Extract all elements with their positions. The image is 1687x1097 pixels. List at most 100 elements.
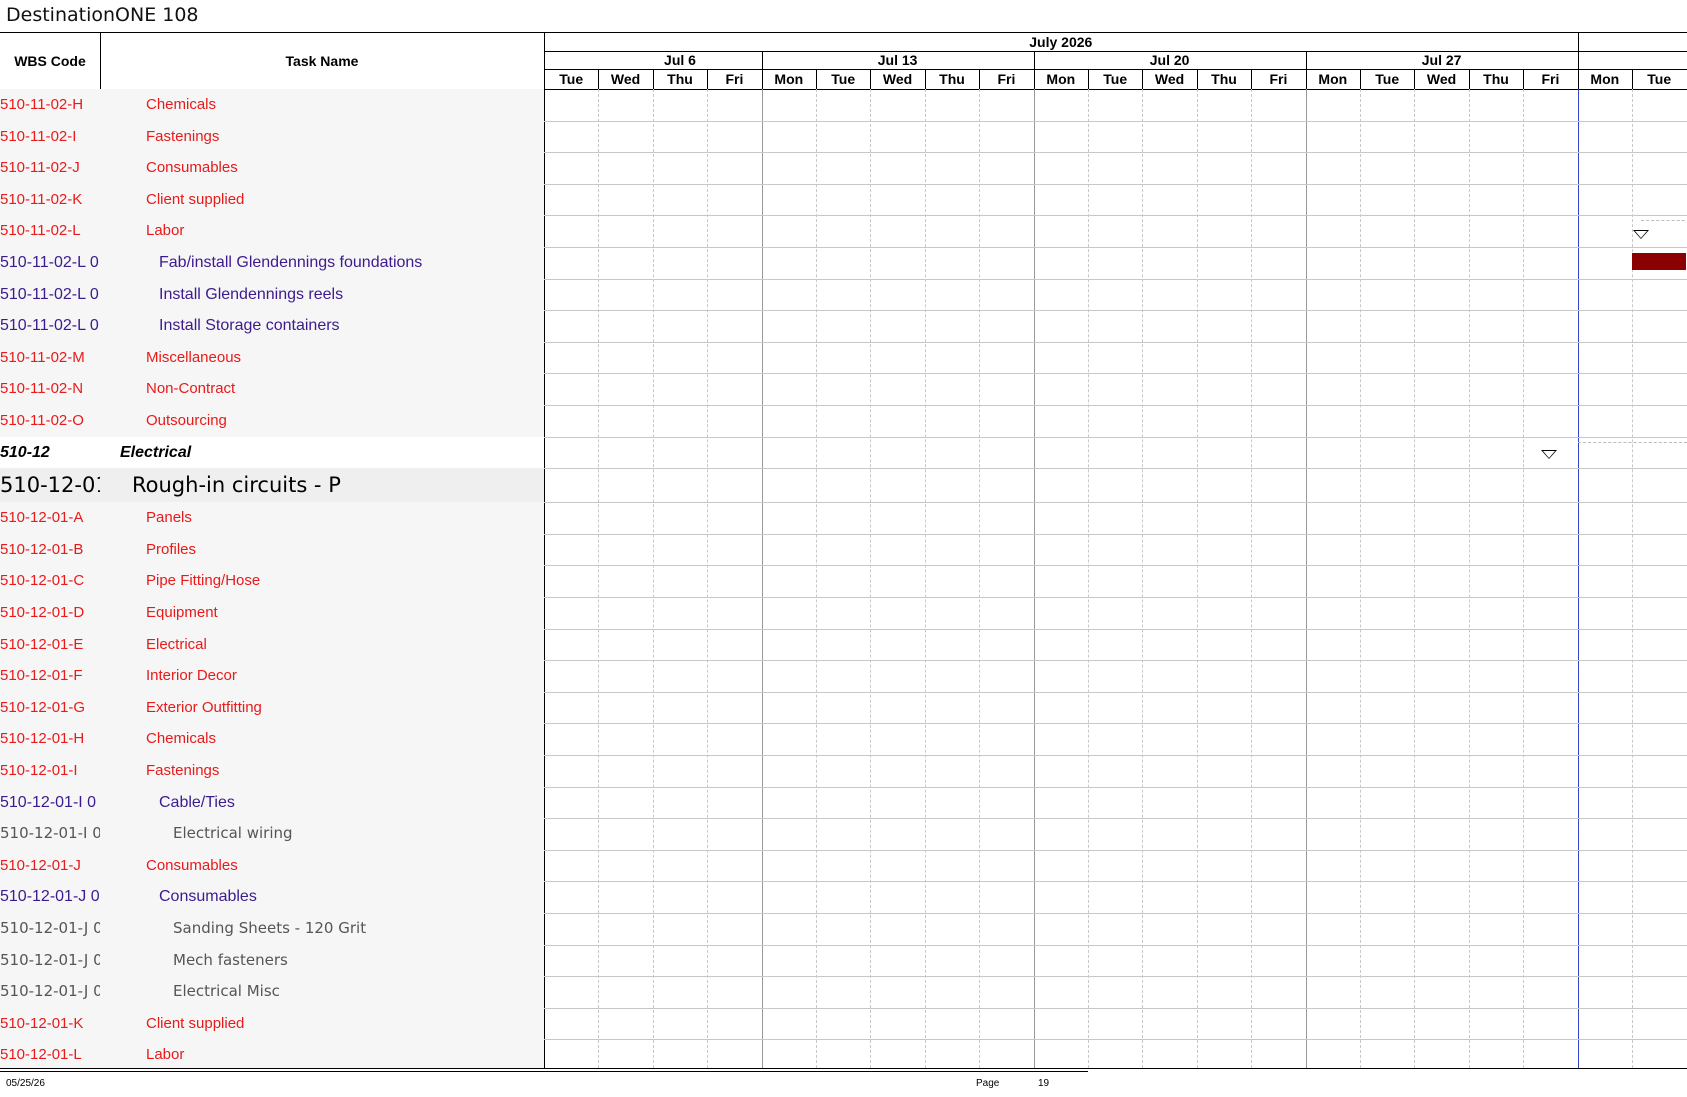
footer-page-label: Page (976, 1078, 1000, 1089)
task-name: Install Storage containers (159, 317, 340, 335)
task-name: Client supplied (146, 190, 245, 208)
wbs-code: 510-11-02-H (0, 96, 84, 113)
table-row[interactable]: 510-12-01-B Profiles (0, 533, 1687, 567)
wbs-code: 510-11-02-L 0 (0, 254, 99, 271)
wbs-code: 510-12-01-J (0, 856, 81, 874)
day-header: Wed (1154, 71, 1185, 87)
task-name: Client supplied (146, 1014, 245, 1032)
table-row[interactable]: 510-12-01-I 0 Cable/Ties (0, 786, 1687, 820)
task-name: Electrical wiring (173, 824, 293, 843)
wbs-code: 510-12-01-H (0, 730, 85, 748)
table-row[interactable]: 510-12-01-F Interior Decor (0, 660, 1687, 693)
month-header: July 2026 (1029, 34, 1093, 50)
wbs-code: 510-12-01-A (0, 509, 84, 527)
summary-end-marker (1541, 449, 1558, 459)
table-row[interactable]: 510-11-02-H Chemicals (0, 89, 1687, 122)
table-row[interactable]: 510-11-02-O Outsourcing (0, 405, 1687, 438)
task-name: Fab/install Glendennings foundations (159, 254, 423, 271)
task-name: Install Glendennings reels (159, 285, 344, 303)
task-name: Fastenings (146, 762, 220, 779)
task-name: Rough-in circuits - P (132, 473, 341, 498)
summary-bracket (1641, 220, 1687, 222)
task-bar[interactable] (1632, 253, 1687, 270)
wbs-code: 510-12-01-E (0, 635, 84, 653)
table-row[interactable]: 510-11-02-L 0 Install Storage containers (0, 310, 1687, 343)
wbs-code: 510-12-01-C (0, 572, 85, 590)
table-row[interactable]: 510-11-02-J Consumables (0, 152, 1687, 185)
day-header: Thu (939, 71, 965, 87)
table-row[interactable]: 510-12-01 Rough-in circuits - P (0, 468, 1687, 504)
table-row[interactable]: 510-12-01-G Exterior Outfitting (0, 691, 1687, 725)
table-row[interactable]: 510-11-02-K Client supplied (0, 183, 1687, 217)
footer-date: 05/25/26 (6, 1078, 45, 1089)
table-row[interactable]: 510-12-01-A Panels (0, 502, 1687, 535)
wbs-code: 510-12-01-I (0, 762, 78, 779)
day-header: Thu (1483, 71, 1509, 87)
task-name: Electrical (146, 635, 207, 653)
table-row[interactable]: 510-12-01-L Labor (0, 1039, 1687, 1068)
wbs-code: 510-12-01-J 01 (0, 950, 100, 969)
wbs-code: 510-12-01-F (0, 667, 83, 685)
table-row[interactable]: 510-11-02-L Labor (0, 215, 1687, 248)
table-row[interactable]: 510-11-02-L 0 Install Glendennings reels (0, 278, 1687, 312)
day-header: Mon (1318, 71, 1348, 87)
wbs-code: 510-11-02-K (0, 190, 83, 208)
day-header: Tue (1647, 71, 1672, 87)
table-row[interactable]: 510-12-01-D Equipment (0, 597, 1687, 630)
week-header: Jul 13 (877, 52, 918, 68)
task-name: Labor (146, 222, 185, 240)
wbs-code: 510-12-01-J 0 (0, 888, 100, 906)
wbs-code: 510-12-01 (0, 473, 100, 498)
wbs-code: 510-11-02-I (0, 127, 77, 145)
task-name-column-header: Task Name (285, 53, 359, 69)
table-row[interactable]: 510-12-01-C Pipe Fitting/Hose (0, 565, 1687, 598)
table-row[interactable]: 510-12-01-K Client supplied (0, 1007, 1687, 1041)
task-name: Panels (146, 509, 192, 527)
table-row[interactable]: 510-12 Electrical (0, 436, 1687, 470)
day-header: Wed (610, 71, 641, 87)
table-row[interactable]: 510-11-02-M Miscellaneous (0, 341, 1687, 375)
task-name: Electrical (120, 443, 192, 461)
wbs-code: 510-11-02-O (0, 412, 84, 429)
wbs-code: 510-12-01-I 0 (0, 793, 97, 811)
task-name: Cable/Ties (159, 793, 235, 811)
wbs-code: 510-11-02-L (0, 222, 81, 240)
document-title: DestinationONE 108 (6, 4, 199, 26)
task-name: Pipe Fitting/Hose (146, 572, 261, 590)
table-row[interactable]: 510-12-01-J 01 Electrical Misc (0, 976, 1687, 1009)
table-row[interactable]: 510-12-01-E Electrical (0, 628, 1687, 662)
task-name: Labor (146, 1046, 185, 1064)
table-row[interactable]: 510-12-01-H Chemicals (0, 723, 1687, 756)
table-row[interactable]: 510-12-01-J Consumables (0, 849, 1687, 883)
wbs-column-header: WBS Code (14, 53, 86, 69)
table-row[interactable]: 510-11-02-L 0 Fab/install Glendennings fo… (0, 247, 1687, 280)
gantt-chart: WBS Code Task Name July 2026 Jul 6 Jul 13 Jul… (0, 32, 1687, 1069)
table-row[interactable]: 510-12-01-J 01 Mech fasteners (0, 944, 1687, 978)
day-header: Tue (1103, 71, 1128, 87)
day-header: Tue (559, 71, 584, 87)
task-name: Profiles (146, 540, 197, 558)
task-name: Mech fasteners (173, 950, 288, 969)
table-row[interactable]: 510-12-01-J 0 Consumables (0, 881, 1687, 914)
day-header: Mon (1046, 71, 1076, 87)
task-name: Chemicals (146, 730, 217, 748)
footer-rule (0, 1071, 1088, 1072)
task-name: Miscellaneous (146, 348, 242, 366)
task-name: Consumables (159, 888, 257, 906)
day-header: Tue (1375, 71, 1400, 87)
wbs-code: 510-12-01-J 01 (0, 919, 100, 937)
wbs-code: 510-11-02-N (0, 380, 84, 398)
task-name: Electrical Misc (173, 982, 280, 1001)
wbs-code: 510-12-01-J 01 (0, 982, 100, 1001)
wbs-code: 510-12-01-D (0, 604, 85, 621)
wbs-code: 510-12-01-K (0, 1014, 84, 1032)
table-row[interactable]: 510-11-02-I Fastenings (0, 120, 1687, 154)
task-name: Equipment (146, 604, 218, 621)
table-row[interactable]: 510-11-02-N Non-Contract (0, 373, 1687, 406)
task-name: Non-Contract (146, 380, 236, 398)
table-row[interactable]: 510-12-01-I Fastenings (0, 755, 1687, 788)
table-row[interactable]: 510-12-01-J 01 Sanding Sheets - 120 Grit (0, 913, 1687, 946)
day-header: Fri (725, 71, 744, 87)
table-row[interactable]: 510-12-01-I 01 Electrical wiring (0, 818, 1687, 851)
wbs-code: 510-11-02-M (0, 348, 85, 366)
